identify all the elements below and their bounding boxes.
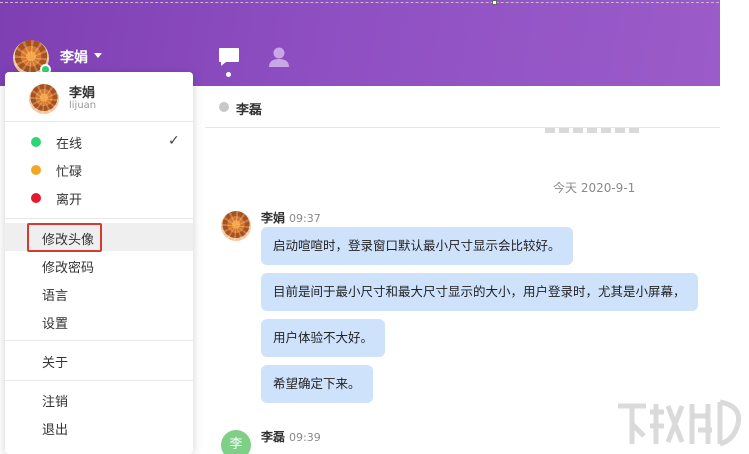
chat-header xyxy=(205,86,720,128)
menu-item-settings[interactable]: 设置 xyxy=(5,307,193,335)
highlight-annotation xyxy=(27,223,102,252)
status-label: 忙碌 xyxy=(56,165,83,180)
peer-status-indicator xyxy=(219,102,229,112)
menu-divider xyxy=(5,121,193,122)
my-name[interactable]: 李娟 xyxy=(60,47,88,67)
peer-name[interactable]: 李磊 xyxy=(236,99,262,118)
menu-item-exit[interactable]: 退出 xyxy=(5,413,193,441)
chevron-down-icon[interactable] xyxy=(94,53,102,58)
status-label: 离开 xyxy=(56,193,83,208)
sender-name: 李娟 xyxy=(261,211,286,225)
menu-label: 关于 xyxy=(42,356,69,371)
status-online-item[interactable]: 在线 xyxy=(5,128,193,156)
menu-label: 语言 xyxy=(42,289,69,304)
message-avatar[interactable]: 李 xyxy=(221,430,251,454)
menu-item-logout[interactable]: 注销 xyxy=(5,385,193,413)
contacts-person-icon[interactable] xyxy=(267,46,291,68)
menu-divider xyxy=(5,380,193,381)
sender-name: 李磊 xyxy=(261,430,286,444)
status-label: 在线 xyxy=(56,137,83,152)
online-dot-icon xyxy=(31,137,41,147)
away-dot-icon xyxy=(31,193,41,203)
message-avatar[interactable] xyxy=(221,211,251,241)
message-time: 09:39 xyxy=(289,431,321,444)
menu-item-about[interactable]: 关于 xyxy=(5,346,193,374)
menu-label: 修改密码 xyxy=(42,261,95,276)
menu-divider xyxy=(5,340,193,341)
window-edge xyxy=(720,0,749,454)
resize-handle[interactable] xyxy=(492,0,497,5)
menu-label: 退出 xyxy=(42,423,69,438)
status-away-item[interactable]: 离开 xyxy=(5,184,193,212)
status-busy-item[interactable]: 忙碌 xyxy=(5,156,193,184)
watermark-logo xyxy=(618,399,742,447)
date-separator: 今天 2020-9-1 xyxy=(553,181,636,195)
dropdown-user-name: 李娟 xyxy=(69,86,96,101)
chat-bubble-icon[interactable] xyxy=(218,47,240,67)
dropdown-avatar xyxy=(29,84,59,114)
faded-history-text xyxy=(545,128,640,133)
menu-label: 设置 xyxy=(42,317,69,332)
active-tab-indicator xyxy=(226,72,231,77)
menu-divider xyxy=(5,218,193,219)
message-bubble[interactable]: 启动喧喧时，登录窗口默认最小尺寸显示会比较好。 xyxy=(261,227,573,265)
dropdown-account: lijuan xyxy=(69,100,97,111)
message-sender: 李娟 09:37 xyxy=(261,209,321,226)
message-bubble[interactable]: 目前是间于最小尺寸和最大尺寸显示的大小，用户登录时，尤其是小屏幕， xyxy=(261,273,698,311)
busy-dot-icon xyxy=(31,165,41,175)
menu-item-language[interactable]: 语言 xyxy=(5,279,193,307)
message-bubble[interactable]: 用户体验不大好。 xyxy=(261,319,386,357)
message-sender: 李磊 09:39 xyxy=(261,428,321,445)
checkmark-icon: ✓ xyxy=(168,133,180,149)
message-bubble[interactable]: 希望确定下来。 xyxy=(261,365,373,403)
selection-dash-line xyxy=(0,2,749,3)
menu-item-change-password[interactable]: 修改密码 xyxy=(5,251,193,279)
message-time: 09:37 xyxy=(289,212,321,225)
menu-label: 注销 xyxy=(42,395,69,410)
